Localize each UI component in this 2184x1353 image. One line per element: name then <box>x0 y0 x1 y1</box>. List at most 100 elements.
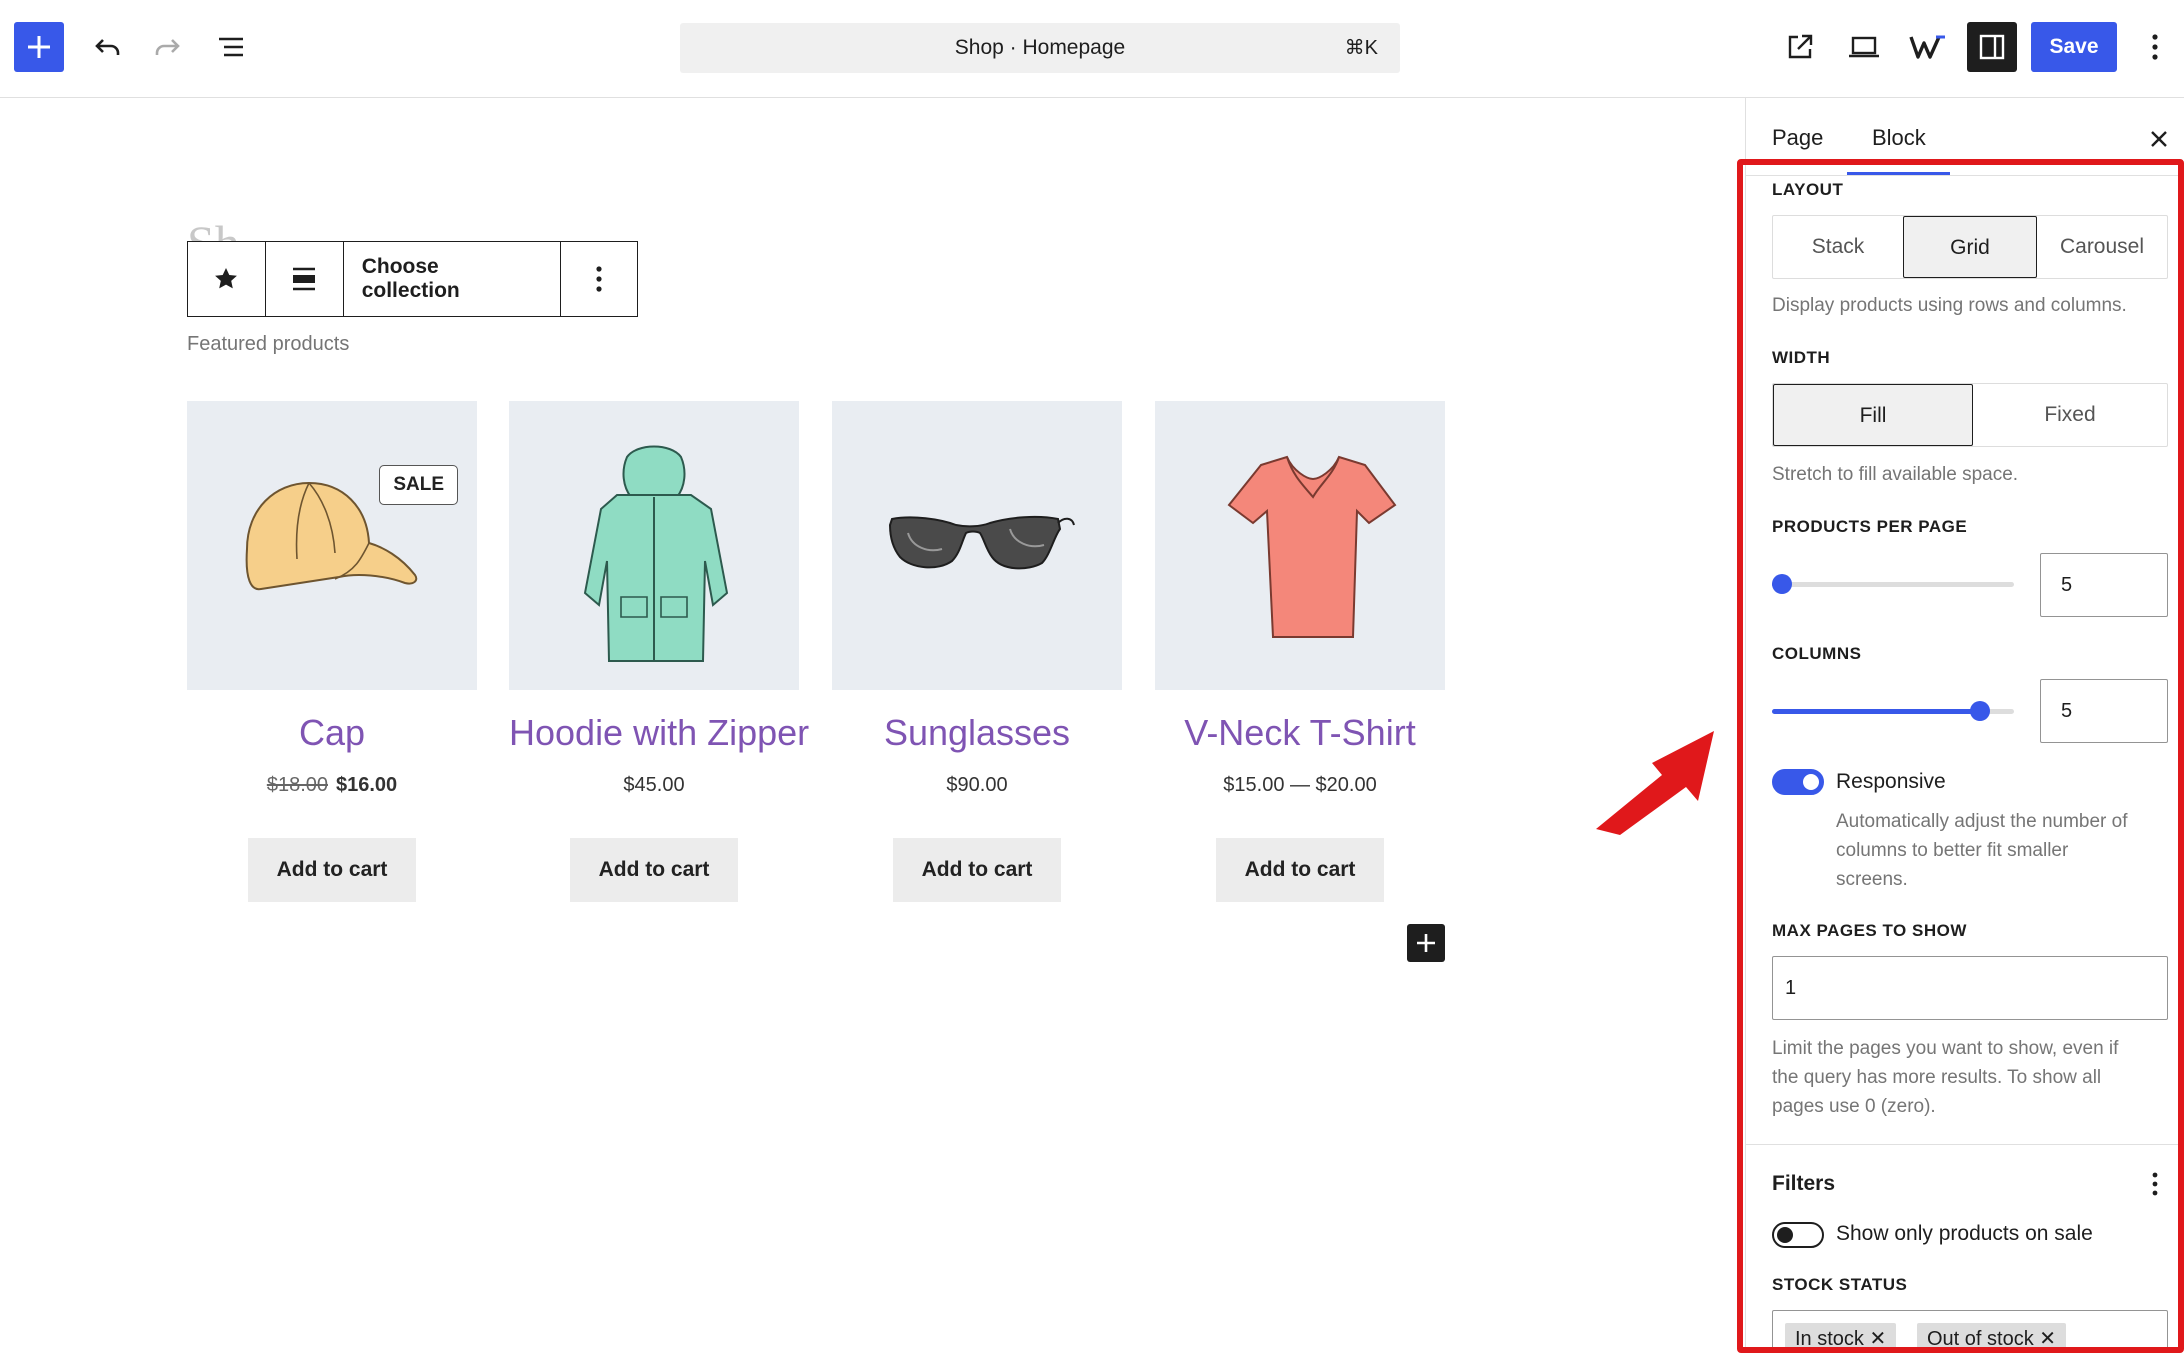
plus-icon <box>1417 934 1435 952</box>
undo-icon <box>95 39 120 55</box>
add-to-cart-button[interactable]: Add to cart <box>1216 838 1384 902</box>
layout-option-carousel[interactable]: Carousel <box>2037 216 2167 278</box>
filters-options-button[interactable] <box>2142 1170 2168 1198</box>
woocommerce-plugin-button[interactable] <box>1903 22 1953 72</box>
max-pages-help: Limit the pages you want to show, even i… <box>1772 1034 2118 1121</box>
help-line: pages use 0 (zero). <box>1772 1096 1936 1117</box>
product-name[interactable]: Hoodie with Zipper <box>509 712 809 754</box>
responsive-label: Responsive <box>1836 770 1946 793</box>
tabs-divider <box>1746 175 2184 176</box>
block-toolbar: Choose collection <box>187 241 638 317</box>
close-icon <box>2151 131 2167 147</box>
external-link-icon <box>1788 34 1813 59</box>
product-name[interactable]: V-Neck T-Shirt <box>1155 712 1445 754</box>
width-heading: WIDTH <box>1772 348 1831 367</box>
desktop-icon <box>1849 36 1879 58</box>
help-line: Limit the pages you want to show, even i… <box>1772 1038 2119 1059</box>
device-preview-button[interactable] <box>1839 22 1889 72</box>
on-sale-label: Show only products on sale <box>1836 1222 2093 1245</box>
stock-token: Out of stock ✕ <box>1917 1323 2067 1353</box>
stock-status-heading: STOCK STATUS <box>1772 1275 1908 1294</box>
editor-header: Shop · Homepage ⌘K Save <box>0 0 2184 98</box>
products-per-page-input[interactable]: 5 <box>2040 553 2168 617</box>
token-label: In stock <box>1795 1328 1864 1350</box>
max-pages-heading: MAX PAGES TO SHOW <box>1772 921 1967 940</box>
more-vertical-icon <box>2152 34 2158 60</box>
token-label: Out of stock <box>1927 1328 2034 1350</box>
product-price: $45.00 <box>623 774 685 796</box>
product-image[interactable] <box>832 401 1122 690</box>
responsive-help: Automatically adjust the number of colum… <box>1836 807 2128 894</box>
settings-sidebar: Page Block LAYOUT Stack Grid Carousel Di… <box>1745 98 2184 1353</box>
slider-thumb[interactable] <box>1970 701 1990 721</box>
product-price: $15.00 — $20.00 <box>1223 774 1377 796</box>
align-button[interactable] <box>266 242 344 316</box>
stock-status-field[interactable]: In stock ✕ Out of stock ✕ <box>1772 1310 2168 1353</box>
document-overview-button[interactable] <box>206 22 256 72</box>
view-page-button[interactable] <box>1775 22 1825 72</box>
max-pages-input[interactable]: 1 <box>1772 956 2168 1020</box>
help-line: the query has more results. To show all <box>1772 1067 2102 1088</box>
product-card: Sunglasses $90.00 Add to cart <box>832 401 1122 902</box>
help-line: columns to better fit smaller <box>1836 840 2069 861</box>
on-sale-toggle[interactable] <box>1772 1222 1824 1248</box>
toggle-knob <box>1777 1227 1793 1243</box>
command-palette-trigger[interactable]: Shop · Homepage ⌘K <box>680 23 1400 73</box>
block-appender-button[interactable] <box>1407 924 1445 962</box>
choose-collection-button[interactable]: Choose collection <box>344 242 562 316</box>
settings-sidebar-toggle[interactable] <box>1967 22 2017 72</box>
command-shortcut: ⌘K <box>1344 37 1378 59</box>
align-center-icon <box>293 267 316 291</box>
more-vertical-icon <box>2152 1172 2158 1196</box>
plus-icon <box>28 36 50 58</box>
add-to-cart-button[interactable]: Add to cart <box>248 838 416 902</box>
columns-slider[interactable] <box>1772 701 2014 721</box>
sunglasses-image <box>888 515 1075 570</box>
remove-token-icon[interactable]: ✕ <box>2039 1328 2056 1350</box>
product-name[interactable]: Sunglasses <box>832 712 1122 754</box>
layout-toggle-group: Stack Grid Carousel <box>1772 215 2168 279</box>
columns-input[interactable]: 5 <box>2040 679 2168 743</box>
layout-option-stack[interactable]: Stack <box>1773 216 1903 278</box>
hoodie-image <box>583 445 729 662</box>
sale-price: $16.00 <box>336 774 398 796</box>
filters-title: Filters <box>1772 1172 1836 1195</box>
columns-heading: COLUMNS <box>1772 644 1862 663</box>
choose-collection-label: Choose collection <box>361 255 460 302</box>
width-option-fixed[interactable]: Fixed <box>1973 384 2167 446</box>
options-menu-button[interactable] <box>2130 22 2180 72</box>
slider-thumb[interactable] <box>1772 574 1792 594</box>
regular-price: $18.00 <box>266 774 328 796</box>
redo-button[interactable] <box>142 22 192 72</box>
responsive-toggle[interactable] <box>1772 769 1824 795</box>
add-to-cart-button[interactable]: Add to cart <box>570 838 738 902</box>
tab-block[interactable]: Block <box>1872 125 1926 151</box>
layout-option-grid[interactable]: Grid <box>1903 216 2037 278</box>
save-button[interactable]: Save <box>2031 22 2117 72</box>
block-options-button[interactable] <box>561 242 637 316</box>
undo-button[interactable] <box>83 22 133 72</box>
block-inserter-button[interactable] <box>14 22 64 72</box>
tab-page[interactable]: Page <box>1772 125 1823 151</box>
stock-token: In stock ✕ <box>1785 1323 1897 1353</box>
product-price: $18.00 $16.00 <box>187 774 477 797</box>
width-help: Stretch to fill available space. <box>1772 464 2019 485</box>
toggle-knob <box>1803 774 1819 790</box>
help-line: Automatically adjust the number of <box>1836 811 2128 832</box>
cap-image <box>245 481 418 591</box>
layout-heading: LAYOUT <box>1772 180 1844 199</box>
section-label: Featured products <box>187 333 350 355</box>
block-type-button[interactable] <box>188 242 266 316</box>
product-name[interactable]: Cap <box>187 712 477 754</box>
products-per-page-slider[interactable] <box>1772 574 2014 594</box>
product-image[interactable] <box>1155 401 1445 690</box>
product-image[interactable] <box>509 401 799 690</box>
product-card: V-Neck T-Shirt $15.00 — $20.00 Add to ca… <box>1155 401 1445 902</box>
close-sidebar-button[interactable] <box>2144 124 2174 154</box>
add-to-cart-button[interactable]: Add to cart <box>893 838 1061 902</box>
panel-divider <box>1746 1144 2184 1145</box>
remove-token-icon[interactable]: ✕ <box>1869 1328 1886 1350</box>
slider-fill <box>1772 709 1980 714</box>
width-option-fill[interactable]: Fill <box>1773 384 1973 446</box>
product-image[interactable]: SALE <box>187 401 477 690</box>
